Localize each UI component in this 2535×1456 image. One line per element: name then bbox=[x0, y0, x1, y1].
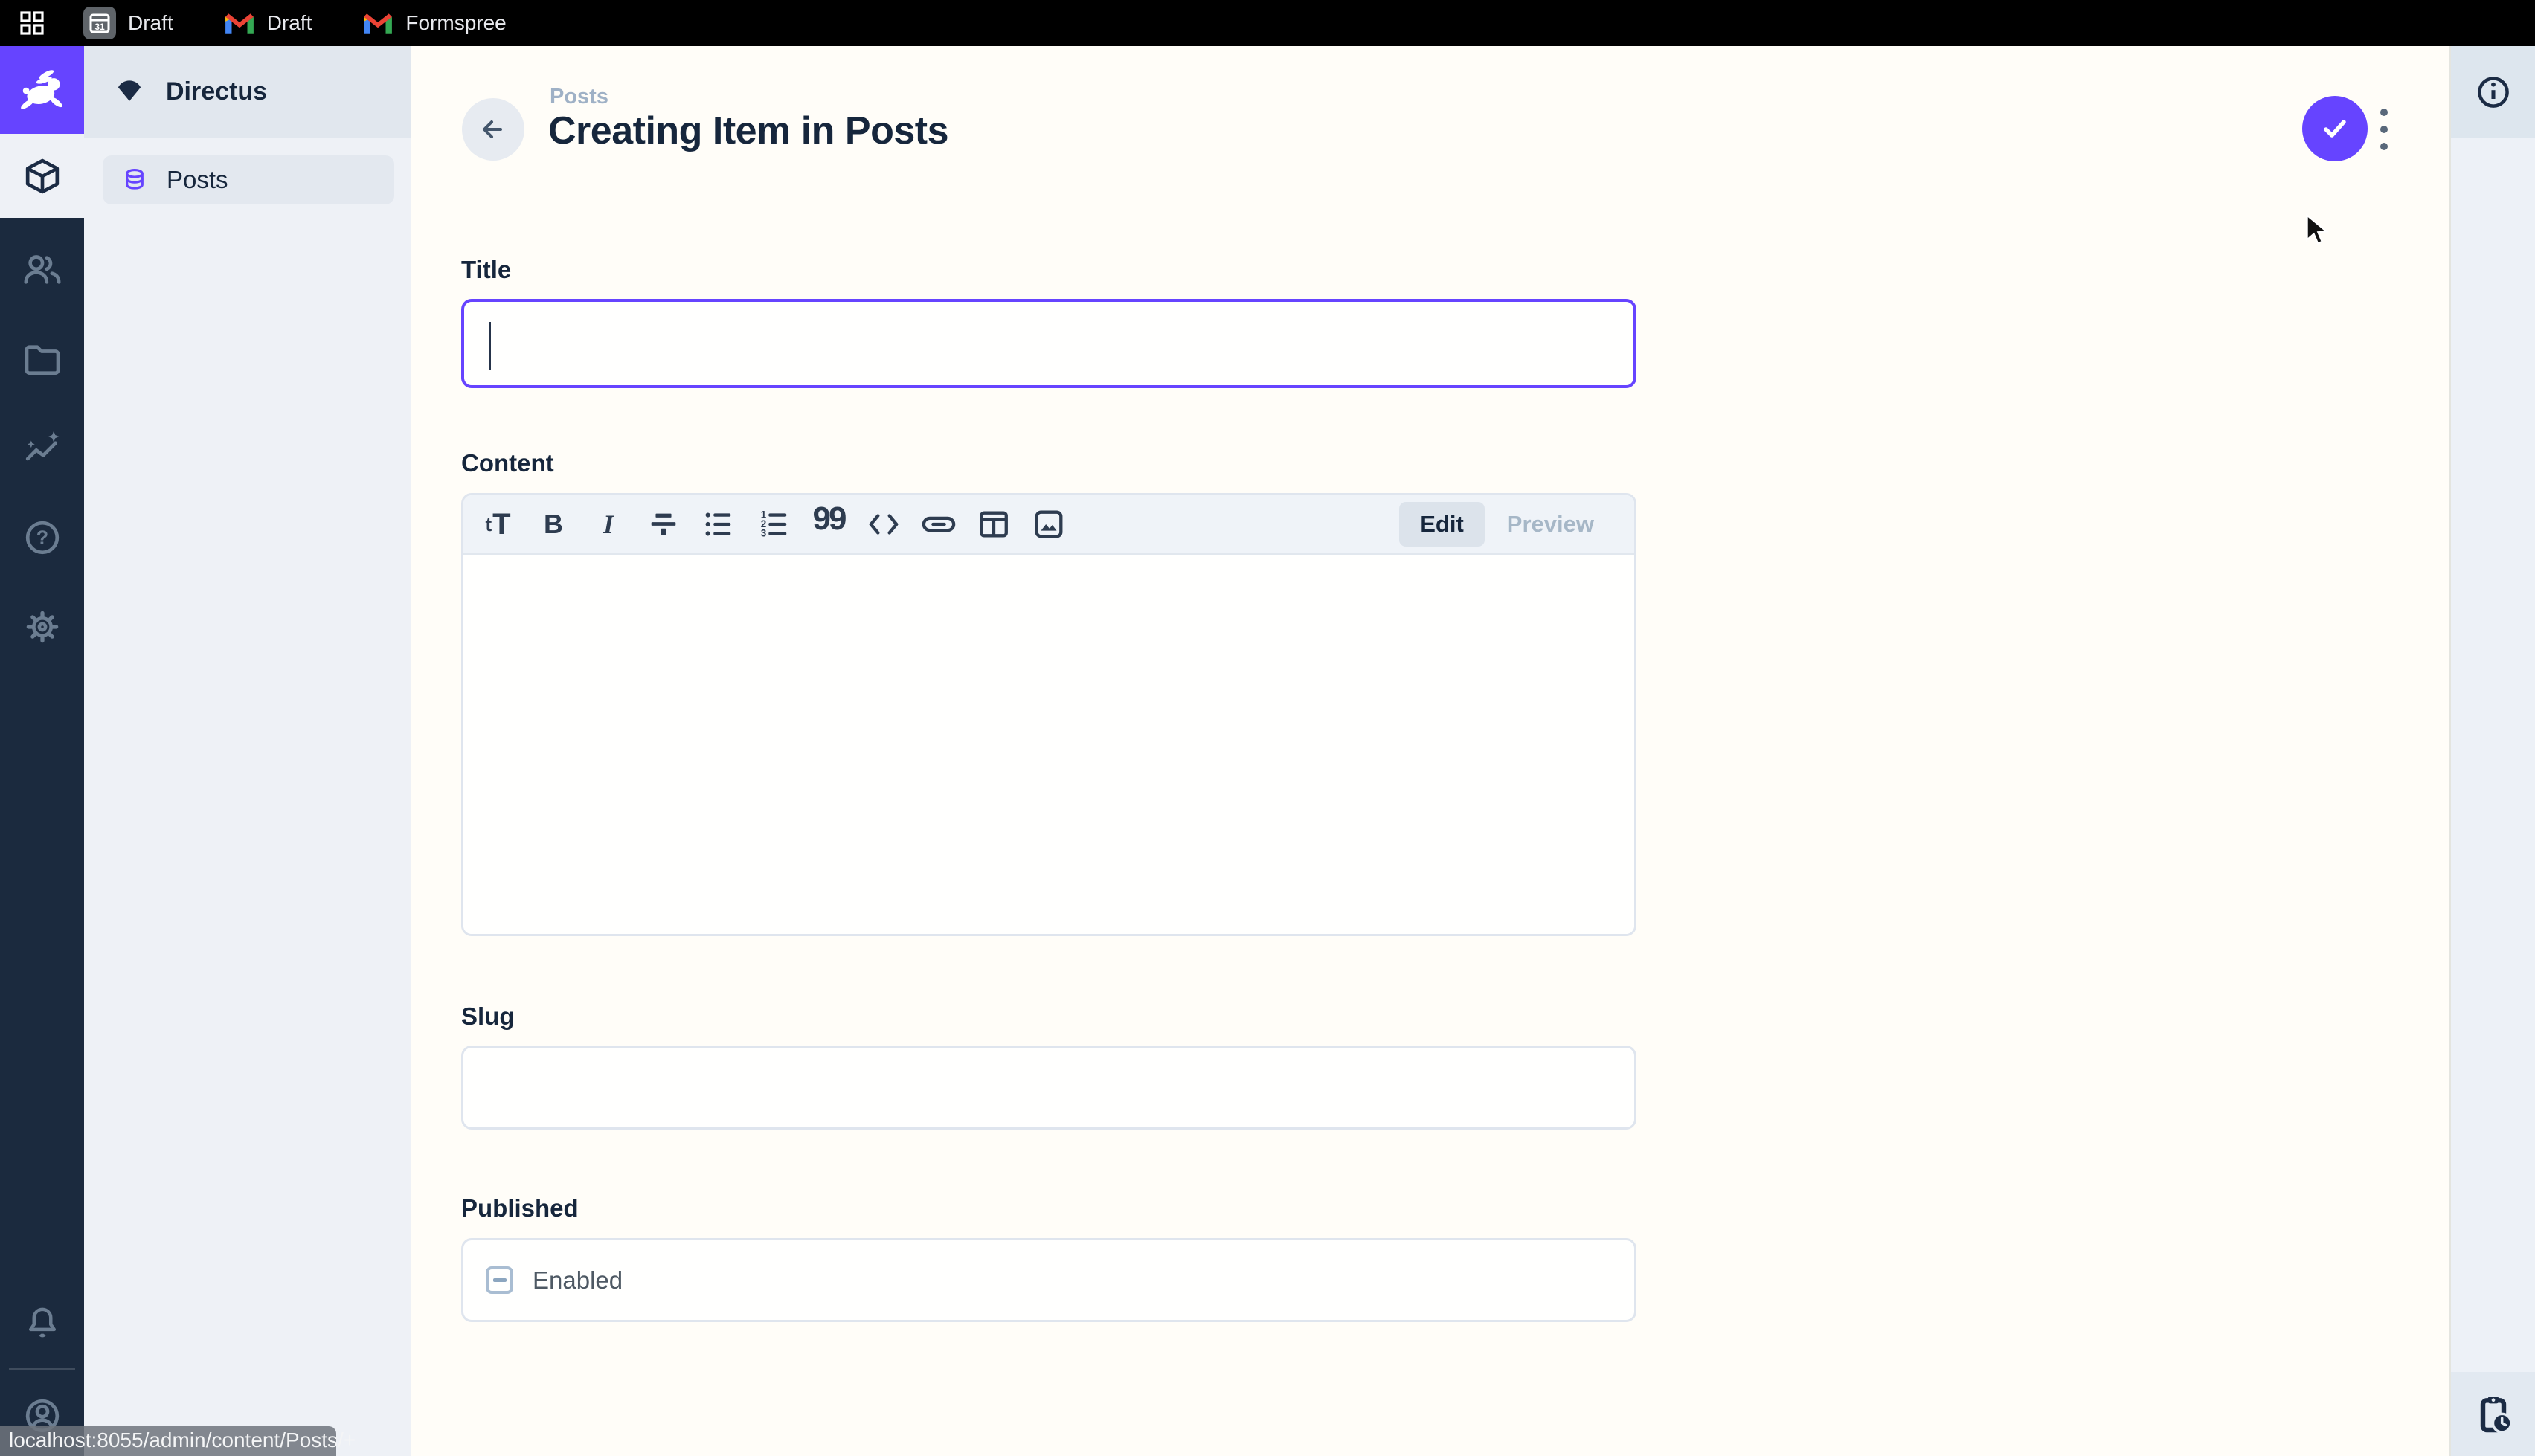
table-icon[interactable] bbox=[977, 507, 1011, 541]
database-icon bbox=[121, 166, 149, 194]
gmail-icon bbox=[224, 11, 255, 35]
numbered-list-icon[interactable]: 1 2 3 bbox=[756, 507, 791, 541]
breadcrumb[interactable]: Posts bbox=[550, 85, 608, 109]
apps-grid-icon[interactable] bbox=[19, 10, 45, 36]
editor-body[interactable] bbox=[463, 555, 1634, 936]
format-size-icon[interactable]: tT bbox=[481, 507, 515, 541]
module-insights[interactable] bbox=[0, 428, 84, 469]
published-checkbox-label: Enabled bbox=[533, 1266, 623, 1295]
blockquote-icon[interactable]: 99 bbox=[812, 507, 846, 541]
module-settings[interactable] bbox=[0, 606, 84, 648]
code-icon[interactable] bbox=[867, 507, 901, 541]
directus-app-window: 31 Draft Draft Formspree bbox=[0, 0, 2535, 1456]
box-icon bbox=[22, 155, 63, 197]
fan-icon bbox=[114, 77, 145, 108]
svg-text:31: 31 bbox=[94, 22, 105, 32]
directus-rabbit-icon bbox=[16, 64, 68, 116]
link-icon[interactable] bbox=[922, 507, 956, 541]
module-bar-divider bbox=[9, 1368, 75, 1370]
svg-text:3: 3 bbox=[761, 527, 766, 538]
field-label-content: Content bbox=[461, 449, 1636, 477]
sidebar-item-label: Posts bbox=[167, 166, 228, 194]
info-icon bbox=[2473, 72, 2513, 112]
chart-sparkle-icon bbox=[22, 428, 63, 469]
browser-status-url: localhost:8055/admin/content/Posts/+ bbox=[0, 1426, 336, 1456]
gear-icon bbox=[22, 606, 63, 648]
title-input[interactable] bbox=[461, 299, 1636, 388]
back-button[interactable] bbox=[462, 98, 524, 161]
edit-mode-button[interactable]: Edit bbox=[1399, 502, 1485, 547]
module-documentation[interactable]: ? bbox=[0, 517, 84, 558]
sidebar-item-posts[interactable]: Posts bbox=[103, 155, 394, 204]
rich-text-editor: tT B I bbox=[461, 493, 1636, 936]
project-switcher[interactable]: Directus bbox=[84, 46, 411, 138]
slug-input[interactable] bbox=[461, 1046, 1636, 1130]
project-sidebar: Directus Posts bbox=[84, 46, 411, 1456]
preview-mode-button[interactable]: Preview bbox=[1485, 502, 1616, 547]
check-icon bbox=[2317, 111, 2353, 146]
revisions-button[interactable] bbox=[2451, 1372, 2535, 1456]
editor-toolbar: tT B I bbox=[463, 495, 1634, 555]
published-field: Enabled bbox=[461, 1238, 1636, 1322]
more-options-button[interactable] bbox=[2380, 109, 2388, 150]
bookmark-label: Draft bbox=[267, 11, 312, 35]
bookmark-label: Formspree bbox=[405, 11, 506, 35]
gmail-icon bbox=[362, 11, 393, 35]
editor-mode-toggle: Edit Preview bbox=[1399, 502, 1616, 547]
module-content[interactable] bbox=[0, 134, 84, 218]
directus-logo[interactable] bbox=[0, 46, 84, 134]
info-button[interactable] bbox=[2451, 46, 2535, 138]
svg-text:?: ? bbox=[36, 526, 48, 549]
notifications-button[interactable] bbox=[0, 1303, 84, 1344]
clipboard-clock-icon bbox=[2473, 1394, 2514, 1435]
folder-icon bbox=[22, 338, 63, 380]
bookmark-formspree[interactable]: Formspree bbox=[362, 11, 506, 35]
field-label-slug: Slug bbox=[461, 1002, 1636, 1031]
image-icon[interactable] bbox=[1032, 507, 1066, 541]
bookmark-label: Draft bbox=[128, 11, 173, 35]
mouse-cursor bbox=[2304, 214, 2334, 248]
save-button[interactable] bbox=[2302, 96, 2368, 161]
browser-bookmarks-bar: 31 Draft Draft Formspree bbox=[0, 0, 2535, 46]
indeterminate-dash-icon bbox=[493, 1278, 507, 1282]
people-icon bbox=[22, 249, 63, 291]
module-bar: ? bbox=[0, 46, 84, 1456]
italic-icon[interactable]: I bbox=[591, 507, 626, 541]
published-checkbox[interactable] bbox=[486, 1266, 513, 1294]
arrow-left-icon bbox=[477, 113, 510, 146]
project-name: Directus bbox=[166, 77, 267, 106]
right-sidebar bbox=[2449, 46, 2535, 1456]
field-label-published: Published bbox=[461, 1194, 1636, 1223]
bulleted-list-icon[interactable] bbox=[701, 507, 736, 541]
bookmark-draft-calendar[interactable]: 31 Draft bbox=[83, 7, 173, 39]
bold-icon[interactable]: B bbox=[536, 507, 571, 541]
calendar-icon: 31 bbox=[83, 7, 116, 39]
bookmark-draft-gmail[interactable]: Draft bbox=[224, 11, 312, 35]
text-caret bbox=[489, 322, 491, 370]
field-label-title: Title bbox=[461, 256, 1636, 284]
main-content: Posts Creating Item in Posts Title Conte… bbox=[411, 46, 2449, 1456]
page-title: Creating Item in Posts bbox=[548, 109, 948, 153]
strikethrough-icon[interactable] bbox=[646, 507, 681, 541]
bell-icon bbox=[22, 1304, 62, 1344]
module-user-directory[interactable] bbox=[0, 249, 84, 291]
module-file-library[interactable] bbox=[0, 338, 84, 380]
help-icon: ? bbox=[22, 517, 63, 558]
